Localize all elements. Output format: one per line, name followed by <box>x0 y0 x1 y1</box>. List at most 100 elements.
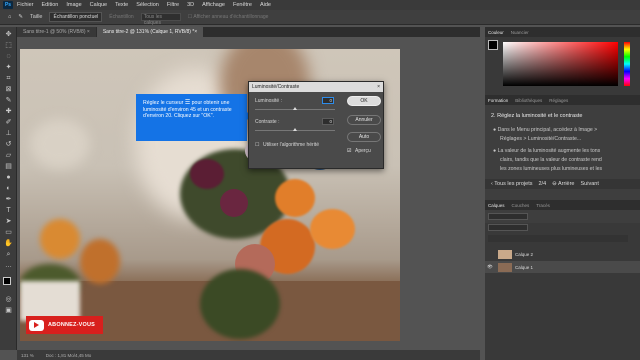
home-icon[interactable]: ⌂ <box>8 14 11 20</box>
next-button[interactable]: Suivant <box>581 181 599 187</box>
menu-affichage[interactable]: Affichage <box>202 2 225 8</box>
legacy-checkbox[interactable]: ☐ <box>255 142 259 148</box>
show-ring-label: Afficher anneau d'échantillonnage <box>193 14 269 20</box>
history-brush-tool-icon[interactable]: ↺ <box>4 140 13 149</box>
fg-color-chip[interactable] <box>488 40 498 50</box>
stamp-tool-icon[interactable]: ⊥ <box>4 129 13 138</box>
tab-sans-titre-2[interactable]: Sans titre-2 @ 131% (Calque 1, RVB/8) *× <box>96 27 204 37</box>
sample-layers-select[interactable]: Tous les calques <box>140 13 181 26</box>
gradient-tool-icon[interactable]: ▤ <box>4 162 13 171</box>
layer-row-calque-2[interactable]: Calque 2 <box>485 248 640 260</box>
tab-calques[interactable]: Calques <box>488 203 505 208</box>
quick-select-tool-icon[interactable]: ✦ <box>4 63 13 72</box>
photo-flower-orange <box>275 179 315 217</box>
tab-sans-titre-1[interactable]: Sans titre-1 @ 50% (RVB/8) × <box>17 27 96 37</box>
close-icon[interactable]: × <box>377 84 380 90</box>
menu-fenetre[interactable]: Fenêtre <box>233 2 252 8</box>
sample-size-select[interactable]: Échantillon ponctuel <box>49 12 103 22</box>
dialog-titlebar[interactable]: Luminosité/Contraste × <box>249 82 383 92</box>
eye-icon[interactable]: 👁 <box>485 264 495 270</box>
color-panel-tabs: Couleur Nuancier <box>485 27 640 37</box>
preview-checkbox[interactable]: ☑ <box>347 148 351 154</box>
tab-reglages[interactable]: Réglages <box>549 98 568 103</box>
menu-selection[interactable]: Sélection <box>136 2 159 8</box>
photo-flower-orange-3 <box>310 209 355 249</box>
tab-nuancier[interactable]: Nuancier <box>511 30 529 35</box>
subscribe-label: ABONNEZ-VOUS <box>48 322 96 328</box>
learn-progress: 2/4 <box>538 181 547 187</box>
marquee-tool-icon[interactable]: ⬚ <box>4 41 13 50</box>
layer-row-calque-1[interactable]: 👁 Calque 1 <box>485 261 640 273</box>
blend-mode-select[interactable] <box>488 224 528 231</box>
eyedropper-icon[interactable]: ✎ <box>18 14 23 20</box>
brightness-contrast-dialog: Luminosité/Contraste × Luminosité : 0 Co… <box>248 81 384 169</box>
shape-tool-icon[interactable]: ▭ <box>4 228 13 237</box>
brightness-label: Luminosité : <box>255 98 282 104</box>
tab-formation[interactable]: Formation <box>488 98 508 103</box>
color-picker-field[interactable] <box>503 42 618 86</box>
tab-bibliotheques[interactable]: Bibliothèques <box>515 98 542 103</box>
all-projects-link[interactable]: ‹ Tous les projets <box>491 181 532 187</box>
legacy-label: Utiliser l'algorithme hérité <box>263 142 319 148</box>
pen-tool-icon[interactable]: ✒ <box>4 195 13 204</box>
path-select-tool-icon[interactable]: ➤ <box>4 217 13 226</box>
layer-thumbnail <box>498 262 512 272</box>
frame-tool-icon[interactable]: ⊠ <box>4 85 13 94</box>
back-button[interactable]: ⊖ Arrière <box>552 181 574 187</box>
contrast-label: Contraste : <box>255 119 280 125</box>
type-tool-icon[interactable]: T <box>4 206 13 215</box>
dialog-title: Luminosité/Contraste <box>252 84 300 90</box>
blur-tool-icon[interactable]: ● <box>4 173 13 182</box>
menu-aide[interactable]: Aide <box>260 2 271 8</box>
menu-texte[interactable]: Texte <box>115 2 128 8</box>
options-bar: ⌂ ✎ Taille Échantillon ponctuel Échantil… <box>0 10 640 26</box>
layer-name: Calque 1 <box>515 264 534 270</box>
quick-mask-icon[interactable]: ◎ <box>4 295 13 304</box>
tab-couches[interactable]: Couches <box>512 203 530 208</box>
eraser-tool-icon[interactable]: ▱ <box>4 151 13 160</box>
hue-slider[interactable] <box>624 42 630 86</box>
right-panels: Couleur Nuancier Formation Bibliothèques… <box>485 27 640 360</box>
menu-3d[interactable]: 3D <box>187 2 194 8</box>
menu-edition[interactable]: Edition <box>42 2 59 8</box>
subscribe-button[interactable]: ABONNEZ-VOUS <box>26 316 103 334</box>
tab-couleur[interactable]: Couleur <box>488 30 504 35</box>
photo-bouquet-stems <box>200 269 280 339</box>
contrast-slider-thumb[interactable] <box>293 128 297 131</box>
tooltip-text-before: Réglez le curseur <box>143 100 184 106</box>
learn-panel-tabs: Formation Bibliothèques Réglages <box>485 95 640 105</box>
learn-bullet-1: ● Dans le Menu principal, accédez à Imag… <box>493 127 598 133</box>
menu-image[interactable]: Image <box>66 2 81 8</box>
brush-tool-icon[interactable]: ✐ <box>4 118 13 127</box>
more-tools-icon[interactable]: … <box>4 261 13 270</box>
hand-tool-icon[interactable]: ✋ <box>4 239 13 248</box>
auto-button[interactable]: Auto <box>347 132 381 142</box>
tools-panel: ✥ ⬚ ◌ ✦ ⌗ ⊠ ✎ ✚ ✐ ⊥ ↺ ▱ ▤ ● ◐ ✒ T ➤ ▭ ✋ … <box>0 27 17 350</box>
brightness-slider-thumb[interactable] <box>293 107 297 110</box>
photo-flower-purple <box>190 159 224 189</box>
zoom-level[interactable]: 131 % <box>21 353 34 358</box>
show-ring-checkbox[interactable]: ☐ Afficher anneau d'échantillonnage <box>188 14 269 20</box>
tab-traces[interactable]: Tracés <box>536 203 550 208</box>
dodge-tool-icon[interactable]: ◐ <box>4 184 13 193</box>
healing-tool-icon[interactable]: ✚ <box>4 107 13 116</box>
menu-fichier[interactable]: Fichier <box>17 2 34 8</box>
learn-line-4: clairs, tandis que la valeur de contrast… <box>500 157 602 163</box>
menu-bar: Ps Fichier Edition Image Calque Texte Sé… <box>0 0 640 10</box>
layer-filter-select[interactable] <box>488 213 528 220</box>
lasso-tool-icon[interactable]: ◌ <box>4 52 13 61</box>
foreground-color-swatch[interactable] <box>3 277 11 285</box>
menu-filtre[interactable]: Filtre <box>167 2 179 8</box>
move-tool-icon[interactable]: ✥ <box>4 30 13 39</box>
crop-tool-icon[interactable]: ⌗ <box>4 74 13 83</box>
photo-left-flower <box>40 219 80 259</box>
ok-button[interactable]: OK <box>347 96 381 106</box>
menu-calque[interactable]: Calque <box>90 2 107 8</box>
zoom-tool-icon[interactable]: ⌕ <box>4 250 13 259</box>
screen-mode-icon[interactable]: ▣ <box>4 306 13 315</box>
contrast-input[interactable]: 0 <box>322 118 334 125</box>
brightness-input[interactable]: 0 <box>322 97 334 104</box>
cancel-button[interactable]: Annuler <box>347 115 381 125</box>
photo-white-pot <box>20 281 80 321</box>
eyedropper-tool-icon[interactable]: ✎ <box>4 96 13 105</box>
